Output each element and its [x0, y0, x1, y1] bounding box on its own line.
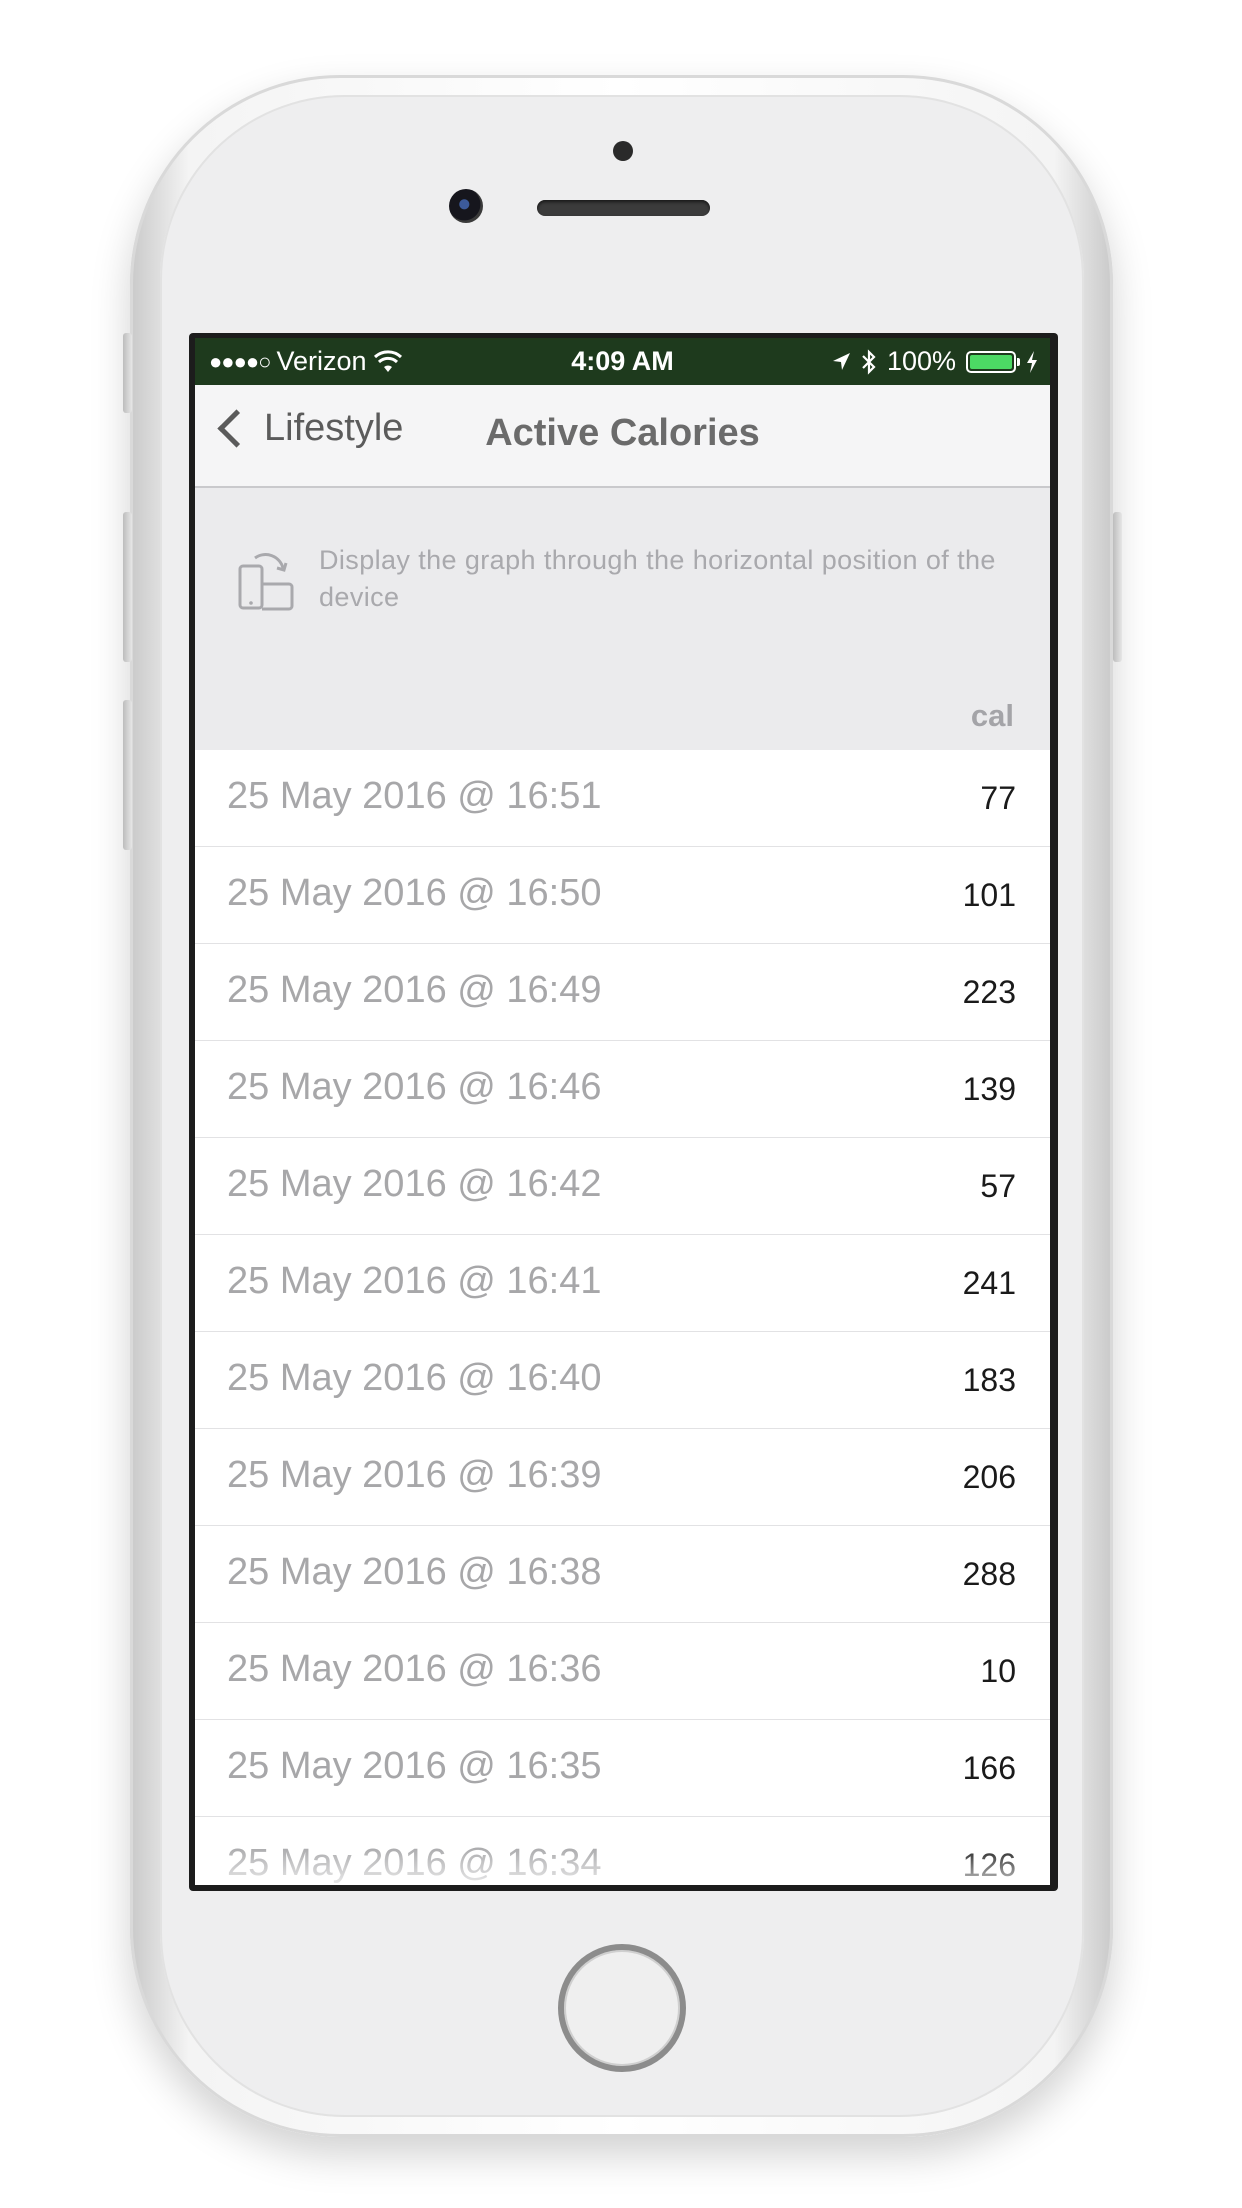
- battery-percent: 100%: [886, 346, 956, 376]
- location-arrow-icon: [832, 352, 850, 370]
- calories-list: 25 May 2016 @ 16:51 77 25 May 2016 @ 16:50…: [195, 750, 1050, 1885]
- bluetooth-icon: [862, 348, 876, 375]
- table-row[interactable]: 25 May 2016 @ 16:36 10: [195, 1623, 1050, 1720]
- row-calories-value: 77: [980, 780, 1016, 816]
- row-calories-value: 57: [980, 1168, 1016, 1204]
- row-date: 25 May 2016 @ 16:49: [227, 969, 602, 1011]
- volume-up-button: [123, 512, 132, 662]
- table-row[interactable]: 25 May 2016 @ 16:51 77: [195, 750, 1050, 847]
- rotate-device-icon: [238, 553, 294, 611]
- navigation-bar: Lifestyle Active Calories: [195, 385, 1050, 488]
- row-calories-value: 183: [962, 1362, 1016, 1398]
- unit-column-header: cal: [970, 698, 1014, 733]
- mute-switch: [123, 333, 132, 413]
- row-date: 25 May 2016 @ 16:42: [227, 1163, 602, 1205]
- table-row[interactable]: 25 May 2016 @ 16:41 241: [195, 1235, 1050, 1332]
- row-date: 25 May 2016 @ 16:34: [227, 1842, 602, 1884]
- table-row[interactable]: 25 May 2016 @ 16:34 126: [195, 1817, 1050, 1885]
- row-calories-value: 223: [962, 974, 1016, 1010]
- table-row[interactable]: 25 May 2016 @ 16:46 139: [195, 1041, 1050, 1138]
- proximity-sensor: [613, 141, 633, 161]
- row-date: 25 May 2016 @ 16:41: [227, 1260, 602, 1302]
- row-calories-value: 126: [962, 1847, 1016, 1883]
- row-calories-value: 101: [962, 877, 1016, 913]
- row-calories-value: 166: [962, 1750, 1016, 1786]
- volume-down-button: [123, 700, 132, 850]
- table-row[interactable]: 25 May 2016 @ 16:38 288: [195, 1526, 1050, 1623]
- table-row[interactable]: 25 May 2016 @ 16:49 223: [195, 944, 1050, 1041]
- row-date: 25 May 2016 @ 16:39: [227, 1454, 602, 1496]
- table-row[interactable]: 25 May 2016 @ 16:40 183: [195, 1332, 1050, 1429]
- row-calories-value: 241: [962, 1265, 1016, 1301]
- row-date: 25 May 2016 @ 16:46: [227, 1066, 602, 1108]
- row-date: 25 May 2016 @ 16:38: [227, 1551, 602, 1593]
- earpiece-speaker: [537, 200, 710, 216]
- row-date: 25 May 2016 @ 16:51: [227, 775, 602, 817]
- table-row[interactable]: 25 May 2016 @ 16:39 206: [195, 1429, 1050, 1526]
- row-calories-value: 139: [962, 1071, 1016, 1107]
- charging-bolt-icon: [1027, 350, 1037, 373]
- app-screen: ●●●●○ Verizon 4:09 AM 100% Lifestyle Act…: [195, 338, 1050, 1885]
- row-date: 25 May 2016 @ 16:40: [227, 1357, 602, 1399]
- table-row[interactable]: 25 May 2016 @ 16:50 101: [195, 847, 1050, 944]
- table-row[interactable]: 25 May 2016 @ 16:35 166: [195, 1720, 1050, 1817]
- power-button: [1113, 512, 1122, 662]
- row-date: 25 May 2016 @ 16:36: [227, 1648, 602, 1690]
- hint-text: Display the graph through the horizontal…: [319, 545, 996, 612]
- table-row[interactable]: 25 May 2016 @ 16:42 57: [195, 1138, 1050, 1235]
- row-date: 25 May 2016 @ 16:50: [227, 872, 602, 914]
- row-calories-value: 288: [962, 1556, 1016, 1592]
- page-title: Active Calories: [485, 412, 760, 454]
- status-bar: ●●●●○ Verizon 4:09 AM 100%: [195, 338, 1050, 385]
- hint-section: Display the graph through the horizontal…: [195, 488, 1050, 750]
- row-calories-value: 10: [980, 1653, 1016, 1689]
- phone-screen: ●●●●○ Verizon 4:09 AM 100% Lifestyle Act…: [189, 333, 1058, 1891]
- home-button[interactable]: [558, 1944, 686, 2072]
- battery-level: [970, 354, 1012, 369]
- battery-icon: [966, 350, 1020, 373]
- row-date: 25 May 2016 @ 16:35: [227, 1745, 602, 1787]
- front-camera: [449, 189, 483, 223]
- row-calories-value: 206: [962, 1459, 1016, 1495]
- status-right: 100%: [831, 346, 1038, 377]
